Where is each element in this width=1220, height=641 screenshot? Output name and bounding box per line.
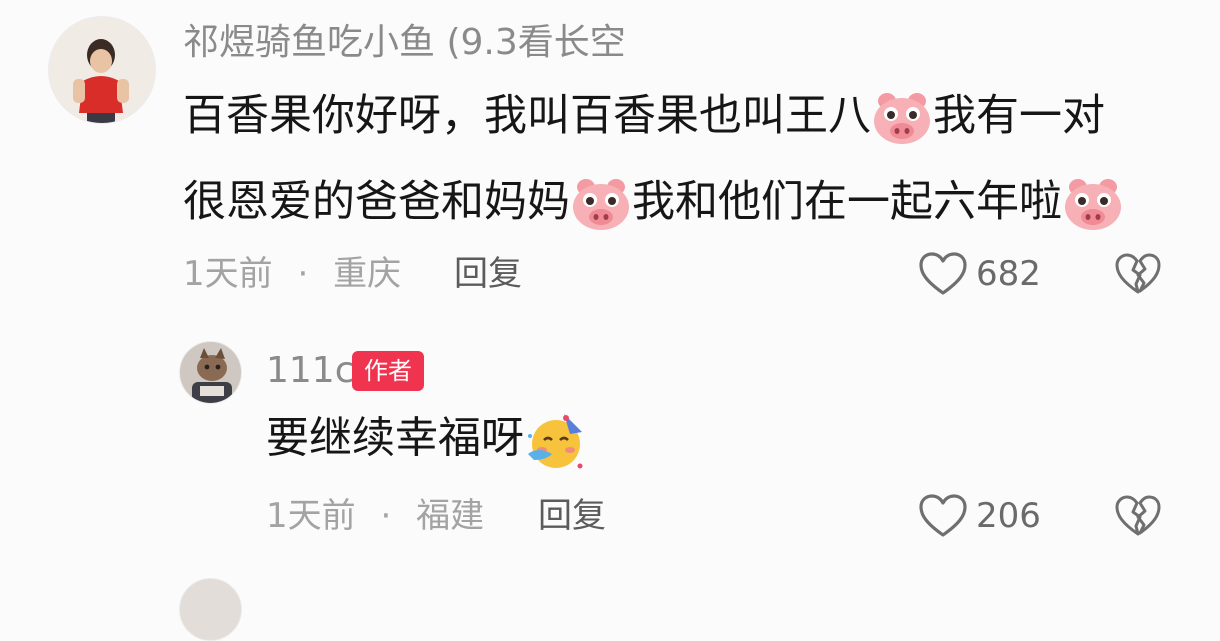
- comment-time: 1天前: [183, 254, 273, 294]
- comment-text-part: 我有一对: [933, 91, 1105, 141]
- reply-time: 1天前: [266, 496, 356, 536]
- avatar-photo: [180, 342, 241, 403]
- comment-text-part: 百香果你好呀，我叫百香果也叫王八: [183, 91, 871, 141]
- avatar[interactable]: [48, 16, 156, 124]
- like-button[interactable]: 682: [918, 248, 1041, 300]
- pig-face-icon: [1065, 178, 1121, 230]
- like-count: 682: [976, 254, 1041, 294]
- comment-username[interactable]: 祁煜骑鱼吃小鱼 (9.3看长空: [183, 18, 626, 68]
- reply-text-part: 要继续幸福呀: [266, 413, 524, 464]
- broken-heart-icon: [1115, 495, 1161, 536]
- reply-location: 福建: [416, 496, 485, 536]
- broken-heart-icon: [1115, 253, 1161, 294]
- reply-username[interactable]: 111c: [266, 348, 355, 394]
- heart-outline-icon: [919, 494, 967, 537]
- comment-location: 重庆: [333, 254, 402, 294]
- next-comment-avatar[interactable]: [179, 578, 242, 641]
- comment-text-line2: 很恩爱的爸爸和妈妈 我和他们在一起六年啦: [183, 174, 1124, 233]
- heart-outline-icon: [919, 252, 967, 295]
- like-button[interactable]: 206: [918, 490, 1041, 542]
- pig-face-icon: [874, 92, 930, 144]
- reply-button[interactable]: 回复: [538, 493, 606, 539]
- comment-meta: 1天前 · 重庆: [183, 251, 401, 297]
- author-badge: 作者: [352, 351, 424, 391]
- comment-text-part: 很恩爱的爸爸和妈妈: [183, 177, 570, 227]
- pig-face-icon: [573, 178, 629, 230]
- meta-separator: ·: [297, 254, 309, 294]
- reply-meta: 1天前 · 福建: [266, 493, 484, 539]
- comment-text-line1: 百香果你好呀，我叫百香果也叫王八 我有一对: [183, 88, 1105, 147]
- reply-text: 要继续幸福呀: [266, 410, 590, 472]
- comment-text-part: 我和他们在一起六年啦: [632, 177, 1062, 227]
- avatar[interactable]: [179, 341, 242, 404]
- reply-button[interactable]: 回复: [454, 251, 522, 297]
- meta-separator: ·: [380, 496, 392, 536]
- avatar-photo: [49, 17, 155, 123]
- dislike-button[interactable]: [1114, 250, 1162, 298]
- partying-face-icon: [528, 414, 583, 469]
- dislike-button[interactable]: [1114, 492, 1162, 540]
- like-count: 206: [976, 496, 1041, 536]
